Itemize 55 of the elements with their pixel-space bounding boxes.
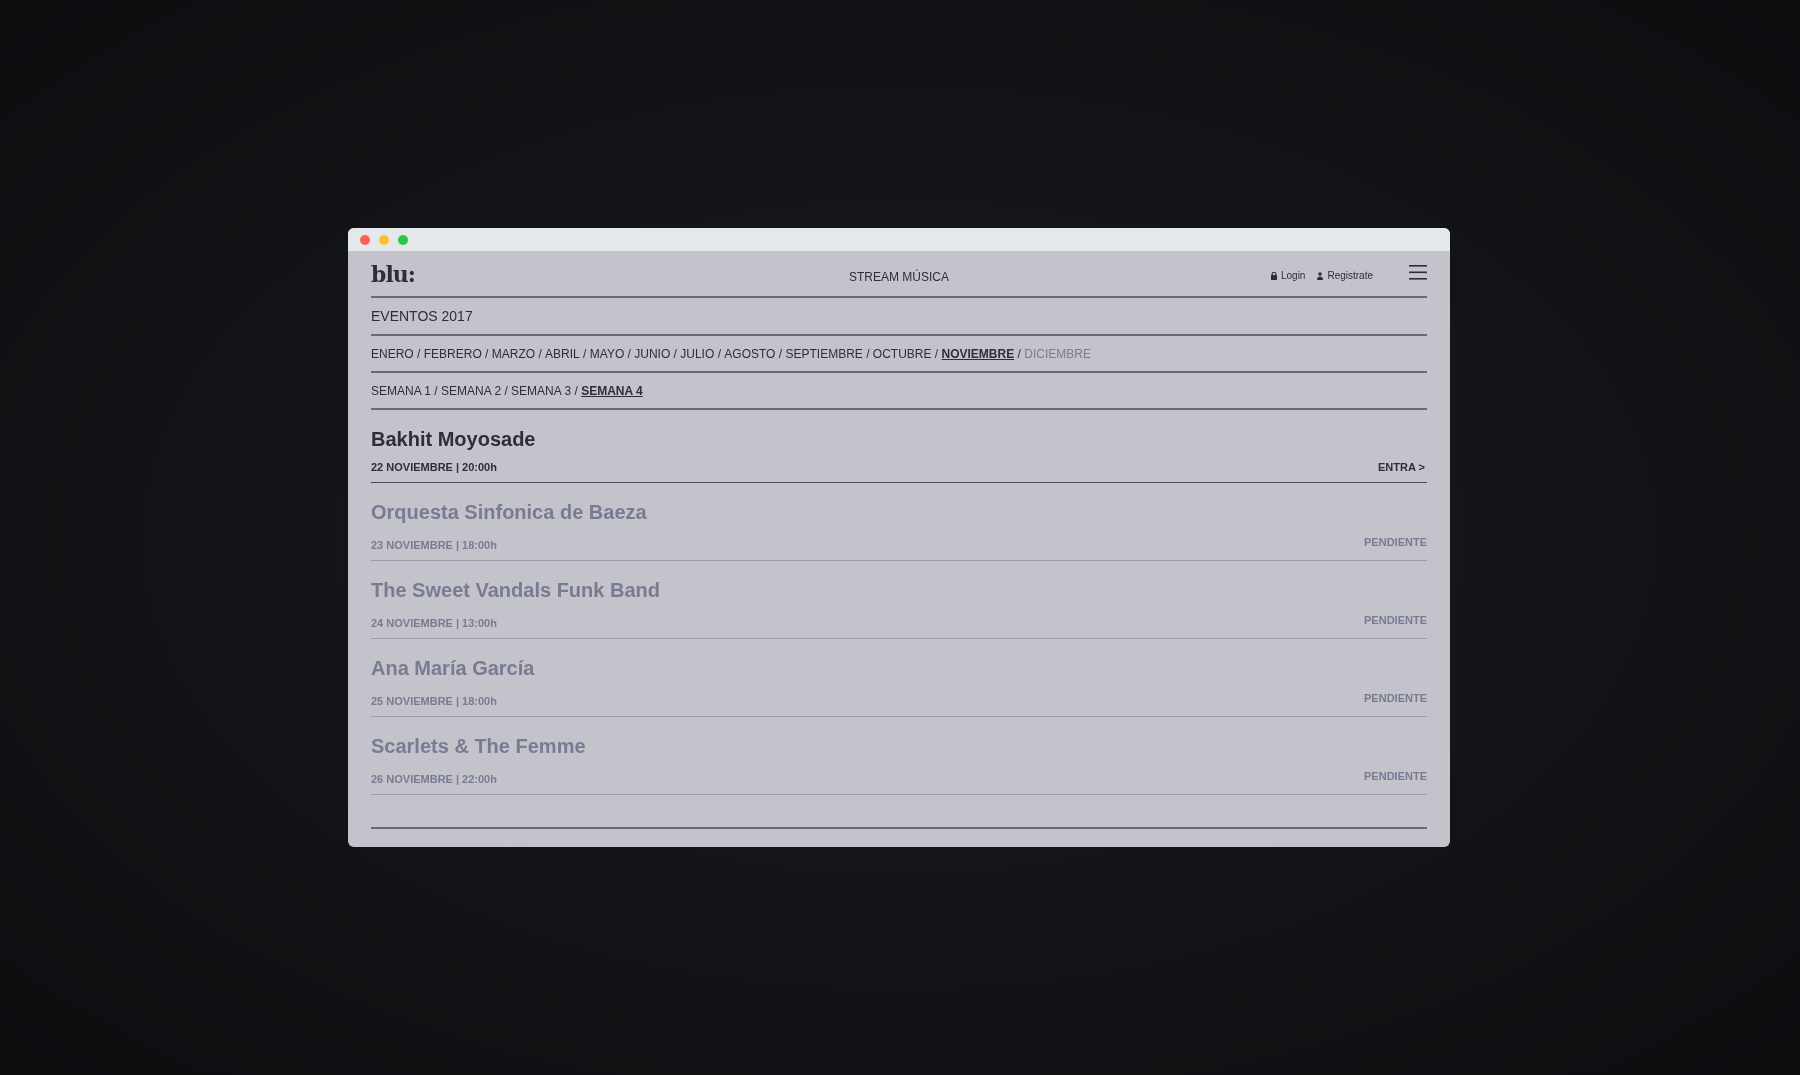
separator: / <box>1016 346 1022 361</box>
logo[interactable]: blu: <box>371 260 415 287</box>
status-label: PENDIENTE <box>1364 770 1427 782</box>
separator: / <box>537 346 543 361</box>
close-button[interactable] <box>360 234 370 245</box>
status-label: PENDIENTE <box>1364 614 1427 626</box>
separator: / <box>573 383 579 398</box>
week-link[interactable]: SEMANA 2 <box>441 383 502 398</box>
separator: / <box>416 346 422 361</box>
nav-title: STREAM MÚSICA <box>849 270 949 284</box>
zoom-button[interactable] <box>398 234 408 245</box>
month-link[interactable]: MARZO <box>491 346 536 361</box>
separator: / <box>503 383 509 398</box>
month-link[interactable]: AGOSTO <box>724 346 776 361</box>
event-date: 22 NOVIEMBRE | 20:00h <box>371 461 497 473</box>
register-link[interactable]: Registrate <box>1317 270 1373 281</box>
event-date: 23 NOVIEMBRE | 18:00h <box>371 539 497 551</box>
event-date: 24 NOVIEMBRE | 13:00h <box>371 617 497 629</box>
month-link[interactable]: ABRIL <box>545 346 580 361</box>
month-link[interactable]: NOVIEMBRE <box>941 346 1015 361</box>
minimize-button[interactable] <box>379 234 389 245</box>
event-date: 25 NOVIEMBRE | 18:00h <box>371 695 497 707</box>
separator: / <box>865 346 871 361</box>
separator: / <box>933 346 940 361</box>
month-link[interactable]: JULIO <box>680 346 715 361</box>
section-title: EVENTOS 2017 <box>371 308 473 324</box>
person-icon <box>1317 271 1324 280</box>
week-link[interactable]: SEMANA 3 <box>511 383 572 398</box>
month-link[interactable]: MAYO <box>589 346 625 361</box>
month-link[interactable]: FEBRERO <box>423 346 482 361</box>
month-link[interactable]: SEPTIEMBRE <box>785 346 863 361</box>
status-label: PENDIENTE <box>1364 692 1427 704</box>
event-title: Ana María García <box>371 656 536 680</box>
separator: / <box>716 346 722 361</box>
separator: / <box>626 346 632 361</box>
month-link[interactable]: ENERO <box>371 346 414 361</box>
month-link[interactable]: OCTUBRE <box>872 346 932 361</box>
week-link[interactable]: SEMANA 4 <box>581 383 643 398</box>
menu-icon[interactable] <box>1409 265 1427 280</box>
status-label: PENDIENTE <box>1364 536 1427 548</box>
separator: / <box>484 346 490 361</box>
enter-link[interactable]: ENTRA > <box>1378 461 1425 473</box>
week-link[interactable]: SEMANA 1 <box>371 383 432 398</box>
login-link[interactable]: Login <box>1270 270 1306 281</box>
event-title: Scarlets & The Femme <box>371 734 587 758</box>
event-title: The Sweet Vandals Funk Band <box>371 578 661 602</box>
separator: / <box>672 346 678 361</box>
month-link[interactable]: JUNIO <box>634 346 671 361</box>
event-date: 26 NOVIEMBRE | 22:00h <box>371 773 497 785</box>
separator: / <box>777 346 784 361</box>
separator: / <box>433 383 439 398</box>
separator: / <box>582 346 588 361</box>
event-title: Orquesta Sinfonica de Baeza <box>371 500 648 524</box>
lock-icon <box>1270 271 1277 280</box>
event-title: Bakhit Moyosade <box>371 427 537 451</box>
